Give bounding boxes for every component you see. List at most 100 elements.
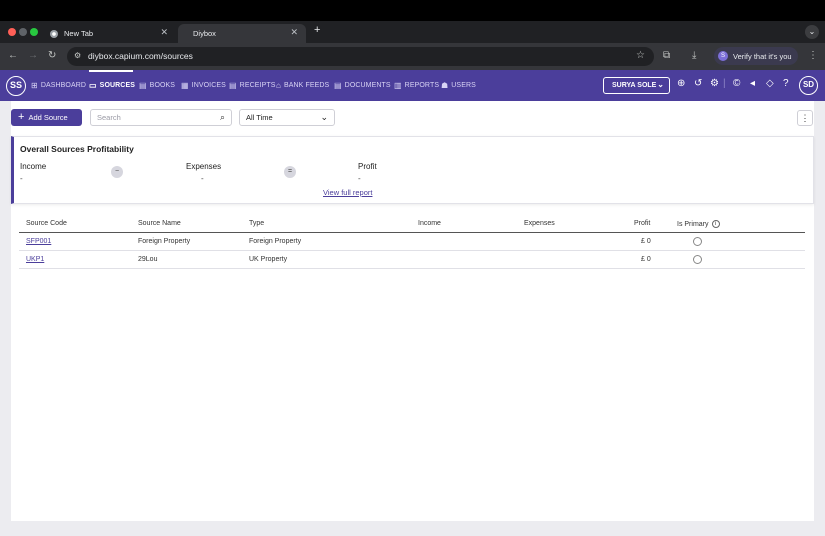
nav-label: SOURCES <box>99 82 135 89</box>
tab-favicon <box>184 30 187 38</box>
new-tab-button[interactable]: + <box>314 24 320 36</box>
back-arrow-icon[interactable]: ← <box>8 50 18 61</box>
nav-item-sources[interactable]: ▭ SOURCES <box>89 81 135 90</box>
help-icon[interactable]: ? <box>783 78 789 89</box>
period-select[interactable]: All Time ⌄ <box>239 109 335 126</box>
chevron-down-icon: ⌄ <box>320 112 328 122</box>
company-selector[interactable]: SURYA SOLE ⌄ <box>603 77 670 94</box>
verify-label: Verify that it's you <box>733 51 792 61</box>
add-source-button[interactable]: + Add Source <box>11 109 82 126</box>
folder-icon: ▭ <box>89 81 97 90</box>
minimize-window-button[interactable] <box>19 28 27 36</box>
nav-item-reports[interactable]: ▥ REPORTS <box>394 81 439 90</box>
user-avatar[interactable]: SS <box>6 76 26 96</box>
browser-tab-diybox[interactable]: Diybox ✕ <box>178 24 306 43</box>
settings-gear-icon[interactable]: ⚙ <box>710 78 719 89</box>
profile-avatar[interactable]: SD <box>799 76 818 95</box>
profitability-card: Overall Sources Profitability Income - −… <box>11 136 814 204</box>
nav-item-books[interactable]: ▤ BOOKS <box>139 81 175 90</box>
expenses-label: Expenses <box>186 162 222 171</box>
reload-icon[interactable]: ↻ <box>48 50 56 61</box>
period-value: All Time <box>246 113 273 122</box>
browser-tab-new-tab[interactable]: New Tab ✕ <box>44 24 176 43</box>
diamond-icon[interactable]: ◇ <box>766 78 774 89</box>
download-icon[interactable]: ⤓ <box>692 50 696 61</box>
close-window-button[interactable] <box>8 28 16 36</box>
nav-label: RECEIPTS <box>239 82 276 89</box>
column-header-type[interactable]: Type <box>249 220 264 227</box>
nav-label: BOOKS <box>149 82 176 89</box>
close-tab-icon[interactable]: ✕ <box>290 27 298 38</box>
is-primary-radio[interactable] <box>693 237 702 246</box>
nav-label: INVOICES <box>191 82 226 89</box>
nav-item-bank-feeds[interactable]: ⌂ BANK FEEDS <box>276 81 329 90</box>
equals-icon: = <box>284 166 296 178</box>
column-header-profit[interactable]: Profit <box>634 220 650 227</box>
chevron-down-icon: ⌄ <box>657 80 664 89</box>
search-icon[interactable]: ⌕ <box>220 112 225 123</box>
capium-logo-icon[interactable]: © <box>733 78 740 89</box>
tab-title: New Tab <box>64 29 94 38</box>
history-icon[interactable]: ↺ <box>694 78 702 89</box>
column-header-income[interactable]: Income <box>418 220 441 227</box>
browser-menu-icon[interactable]: ⋮ <box>808 50 818 61</box>
is-primary-label: Is Primary <box>677 221 709 228</box>
verify-identity-chip[interactable]: S Verify that it's you <box>714 47 798 65</box>
company-name: SURYA SOLE <box>612 82 657 89</box>
nav-label: USERS <box>451 82 476 89</box>
column-header-source-code[interactable]: Source Code <box>26 220 67 227</box>
info-icon[interactable]: i <box>711 220 720 228</box>
url-text[interactable]: diybox.capium.com/sources <box>88 51 193 61</box>
site-settings-icon[interactable]: ⚙ <box>74 51 81 60</box>
close-tab-icon[interactable]: ✕ <box>160 27 168 38</box>
maximize-window-button[interactable] <box>30 28 38 36</box>
is-primary-radio[interactable] <box>693 255 702 264</box>
column-header-source-name[interactable]: Source Name <box>138 220 181 227</box>
forward-arrow-icon[interactable]: → <box>28 50 38 61</box>
source-code-link[interactable]: SFP001 <box>26 238 51 245</box>
tab-title: Diybox <box>193 29 216 38</box>
nav-item-receipts[interactable]: ▤ RECEIPTS <box>229 81 275 90</box>
view-full-report-link[interactable]: View full report <box>323 188 372 197</box>
extensions-icon[interactable]: ⧉ <box>663 50 670 61</box>
type-cell: UK Property <box>249 256 288 263</box>
profit-cell: £ 0 <box>641 256 651 263</box>
column-header-is-primary[interactable]: Is Primary i <box>677 220 720 228</box>
search-input[interactable] <box>97 113 212 122</box>
column-header-expenses[interactable]: Expenses <box>524 220 555 227</box>
tab-search-chevron-icon[interactable]: ⌄ <box>805 25 819 39</box>
browser-tab-bar: New Tab ✕ Diybox ✕ <box>0 21 825 43</box>
invoice-icon: ▦ <box>181 81 189 90</box>
source-code-link[interactable]: UKP1 <box>26 256 44 263</box>
grid-icon: ⊞ <box>31 81 38 90</box>
profile-dot-icon: S <box>718 51 728 61</box>
bookmark-star-icon[interactable]: ☆ <box>636 50 645 61</box>
table-header: Source Code Source Name Type Income Expe… <box>19 216 805 233</box>
add-circle-icon[interactable]: ⊕ <box>677 78 685 89</box>
nav-label: DASHBOARD <box>40 82 87 89</box>
more-options-button[interactable]: ⋮ <box>797 110 813 126</box>
screen-top-strip <box>0 0 825 21</box>
nav-item-dashboard[interactable]: ⊞ DASHBOARD <box>31 81 86 90</box>
nav-item-users[interactable]: ☗ USERS <box>441 81 476 90</box>
receipt-icon: ▤ <box>229 81 237 90</box>
income-label: Income <box>20 162 47 171</box>
plus-icon: + <box>18 111 25 123</box>
nav-label: BANK FEEDS <box>283 82 330 89</box>
source-name-cell: 29Lou <box>138 256 158 263</box>
source-name-cell: Foreign Property <box>138 238 191 245</box>
table-row: SFP001 Foreign Property Foreign Property… <box>19 233 805 251</box>
announcement-icon[interactable]: ◂ <box>750 78 755 89</box>
profit-label: Profit <box>358 162 377 171</box>
profit-value: - <box>358 174 361 183</box>
search-field[interactable]: ⌕ <box>90 109 232 126</box>
address-bar[interactable]: ⚙ diybox.capium.com/sources ☆ <box>67 47 654 66</box>
nav-item-documents[interactable]: ▤ DOCUMENTS <box>334 81 391 90</box>
book-icon: ▤ <box>139 81 147 90</box>
active-nav-indicator <box>89 70 133 72</box>
nav-item-invoices[interactable]: ▦ INVOICES <box>181 81 226 90</box>
browser-toolbar: ← → ↻ ⚙ diybox.capium.com/sources ☆ ⧉ ⤓ <box>0 43 825 70</box>
sources-table: Source Code Source Name Type Income Expe… <box>19 216 805 269</box>
chart-icon: ▥ <box>394 81 402 90</box>
profit-cell: £ 0 <box>641 238 651 245</box>
